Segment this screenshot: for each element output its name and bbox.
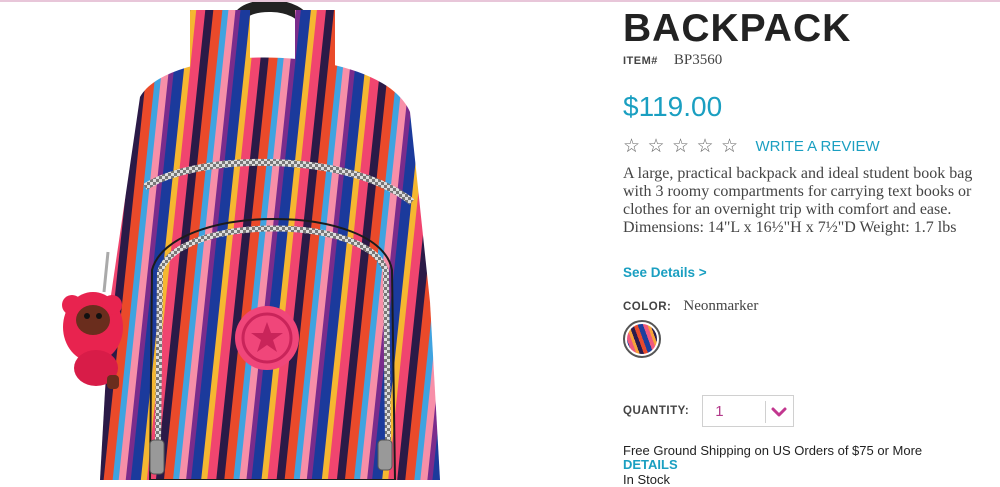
star-outline-icon[interactable]: ☆ <box>721 136 746 156</box>
color-row: COLOR: Neonmarker <box>623 297 758 317</box>
write-review-link[interactable]: WRITE A REVIEW <box>756 138 880 155</box>
star-outline-icon[interactable]: ☆ <box>623 136 648 156</box>
quantity-label: QUANTITY: <box>623 405 690 417</box>
product-title: BACKPACK <box>623 7 852 50</box>
product-image <box>0 2 470 480</box>
rating-row: ☆ ☆ ☆ ☆ ☆ WRITE A REVIEW <box>623 135 880 157</box>
color-swatch-neonmarker[interactable] <box>623 320 661 358</box>
color-label: COLOR: <box>623 301 672 313</box>
shipping-text: Free Ground Shipping on US Orders of $75… <box>623 443 923 458</box>
item-number: BP3560 <box>673 52 723 68</box>
product-price: $119.00 <box>623 91 723 122</box>
shipping-info: Free Ground Shipping on US Orders of $75… <box>623 444 923 472</box>
star-outline-icon[interactable]: ☆ <box>672 136 697 156</box>
product-description: A large, practical backpack and ideal st… <box>623 165 973 236</box>
quantity-value: 1 <box>715 402 724 420</box>
product-details: BACKPACK ITEM# BP3560 $119.00 ☆ ☆ ☆ ☆ ☆ … <box>623 0 993 487</box>
quantity-select[interactable]: 1 <box>702 395 795 427</box>
item-label: ITEM# <box>623 55 658 67</box>
shipping-details-link[interactable]: DETAILS <box>623 457 678 472</box>
swatch-pattern <box>627 324 657 354</box>
item-number-row: ITEM# BP3560 <box>623 51 722 69</box>
quantity-row: QUANTITY: 1 <box>623 394 795 428</box>
star-outline-icon[interactable]: ☆ <box>648 136 673 156</box>
see-details-link[interactable]: See Details > <box>623 265 707 280</box>
quantity-divider <box>765 401 767 423</box>
star-outline-icon[interactable]: ☆ <box>697 136 722 156</box>
chevron-down-icon[interactable] <box>769 402 789 427</box>
color-value: Neonmarker <box>683 298 759 314</box>
